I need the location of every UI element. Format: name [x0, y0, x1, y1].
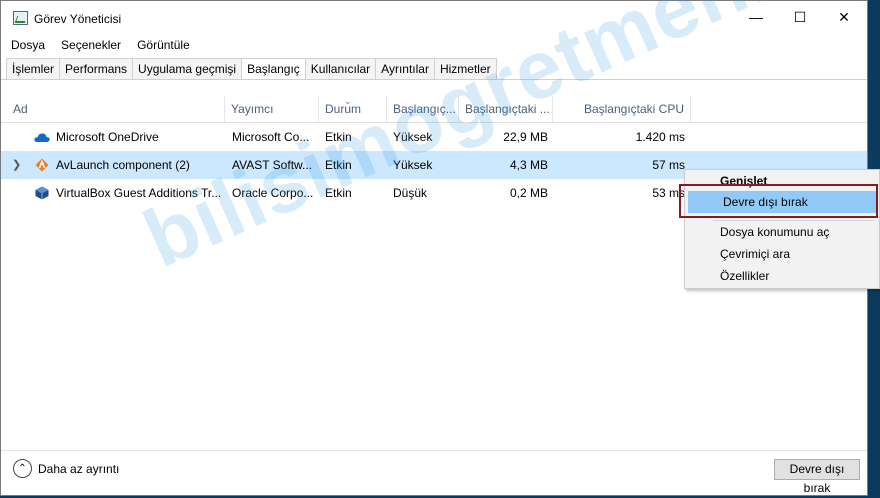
avast-icon: [35, 158, 49, 172]
tab-uygulama-gecmisi[interactable]: Uygulama geçmişi: [132, 58, 242, 80]
row-publisher: AVAST Softw...: [232, 158, 313, 172]
tab-divider: [1, 79, 867, 80]
row-disk: 0,2 MB: [509, 186, 548, 200]
row-name: AvLaunch component (2): [56, 158, 190, 172]
ctx-open-file-location[interactable]: Dosya konumunu aç: [685, 221, 879, 243]
row-name: VirtualBox Guest Additions Tr...: [56, 186, 222, 200]
row-status: Etkin: [325, 130, 352, 144]
row-disk: 22,9 MB: [503, 130, 548, 144]
tab-hizmetler[interactable]: Hizmetler: [433, 58, 497, 80]
tab-baslangic[interactable]: Başlangıç: [241, 58, 305, 80]
column-header-publisher[interactable]: Yayımcı: [225, 96, 319, 123]
minimize-button[interactable]: —: [733, 1, 779, 33]
window-title: Görev Yöneticisi: [34, 12, 122, 26]
row-status: Etkin: [325, 158, 352, 172]
footer-divider: [1, 450, 867, 451]
tab-kullanicilar[interactable]: Kullanıcılar: [304, 58, 376, 80]
row-cpu: 57 ms: [652, 158, 685, 172]
highlight-annotation: [679, 184, 878, 218]
virtualbox-icon: [35, 186, 49, 200]
fewer-details-link[interactable]: Daha az ayrıntı: [38, 462, 119, 476]
title-bar: Görev Yöneticisi — ☐ ✕: [1, 1, 867, 33]
row-disk: 4,3 MB: [509, 158, 548, 172]
tab-performans[interactable]: Performans: [59, 58, 133, 80]
column-header-status[interactable]: Durum: [319, 96, 387, 123]
row-impact: Düşük: [393, 186, 428, 200]
column-header-cpu[interactable]: Başlangıçtaki CPU: [553, 96, 691, 123]
column-header-name[interactable]: Ad: [7, 96, 225, 123]
maximize-button[interactable]: ☐: [777, 1, 823, 33]
row-cpu: 53 ms: [652, 186, 685, 200]
column-header-impact[interactable]: Başlangıç...: [387, 96, 459, 123]
onedrive-icon: [34, 133, 50, 142]
task-manager-icon: [13, 11, 28, 25]
column-header-disk[interactable]: Başlangıçtaki ...: [459, 96, 553, 123]
table-row[interactable]: Microsoft OneDrive Microsoft Co... Etkin…: [1, 123, 867, 151]
chevron-up-icon[interactable]: ⌃: [13, 459, 32, 478]
tab-strip: İşlemler Performans Uygulama geçmişi Baş…: [6, 58, 497, 80]
row-cpu: 1.420 ms: [635, 130, 685, 144]
ctx-properties[interactable]: Özellikler: [685, 265, 879, 287]
row-impact: Yüksek: [393, 158, 433, 172]
row-status: Etkin: [325, 186, 352, 200]
ctx-search-online[interactable]: Çevrimiçi ara: [685, 243, 879, 265]
close-button[interactable]: ✕: [821, 1, 867, 33]
menu-bar: Dosya Seçenekler Görüntüle: [1, 36, 196, 54]
menu-dosya[interactable]: Dosya: [1, 36, 51, 54]
menu-goruntule[interactable]: Görüntüle: [127, 36, 196, 54]
tab-islemler[interactable]: İşlemler: [6, 58, 60, 80]
tab-ayrintilar[interactable]: Ayrıntılar: [375, 58, 434, 80]
row-impact: Yüksek: [393, 130, 433, 144]
menu-secenekler[interactable]: Seçenekler: [51, 36, 127, 54]
disable-button[interactable]: Devre dışı bırak: [774, 459, 860, 495]
row-publisher: Microsoft Co...: [232, 130, 310, 144]
row-name: Microsoft OneDrive: [56, 130, 159, 144]
chevron-right-icon[interactable]: ❯: [12, 151, 21, 179]
row-publisher: Oracle Corpo...: [232, 186, 314, 200]
table-header: ⌄ Ad Yayımcı Durum Başlangıç... Başlangı…: [1, 96, 867, 123]
